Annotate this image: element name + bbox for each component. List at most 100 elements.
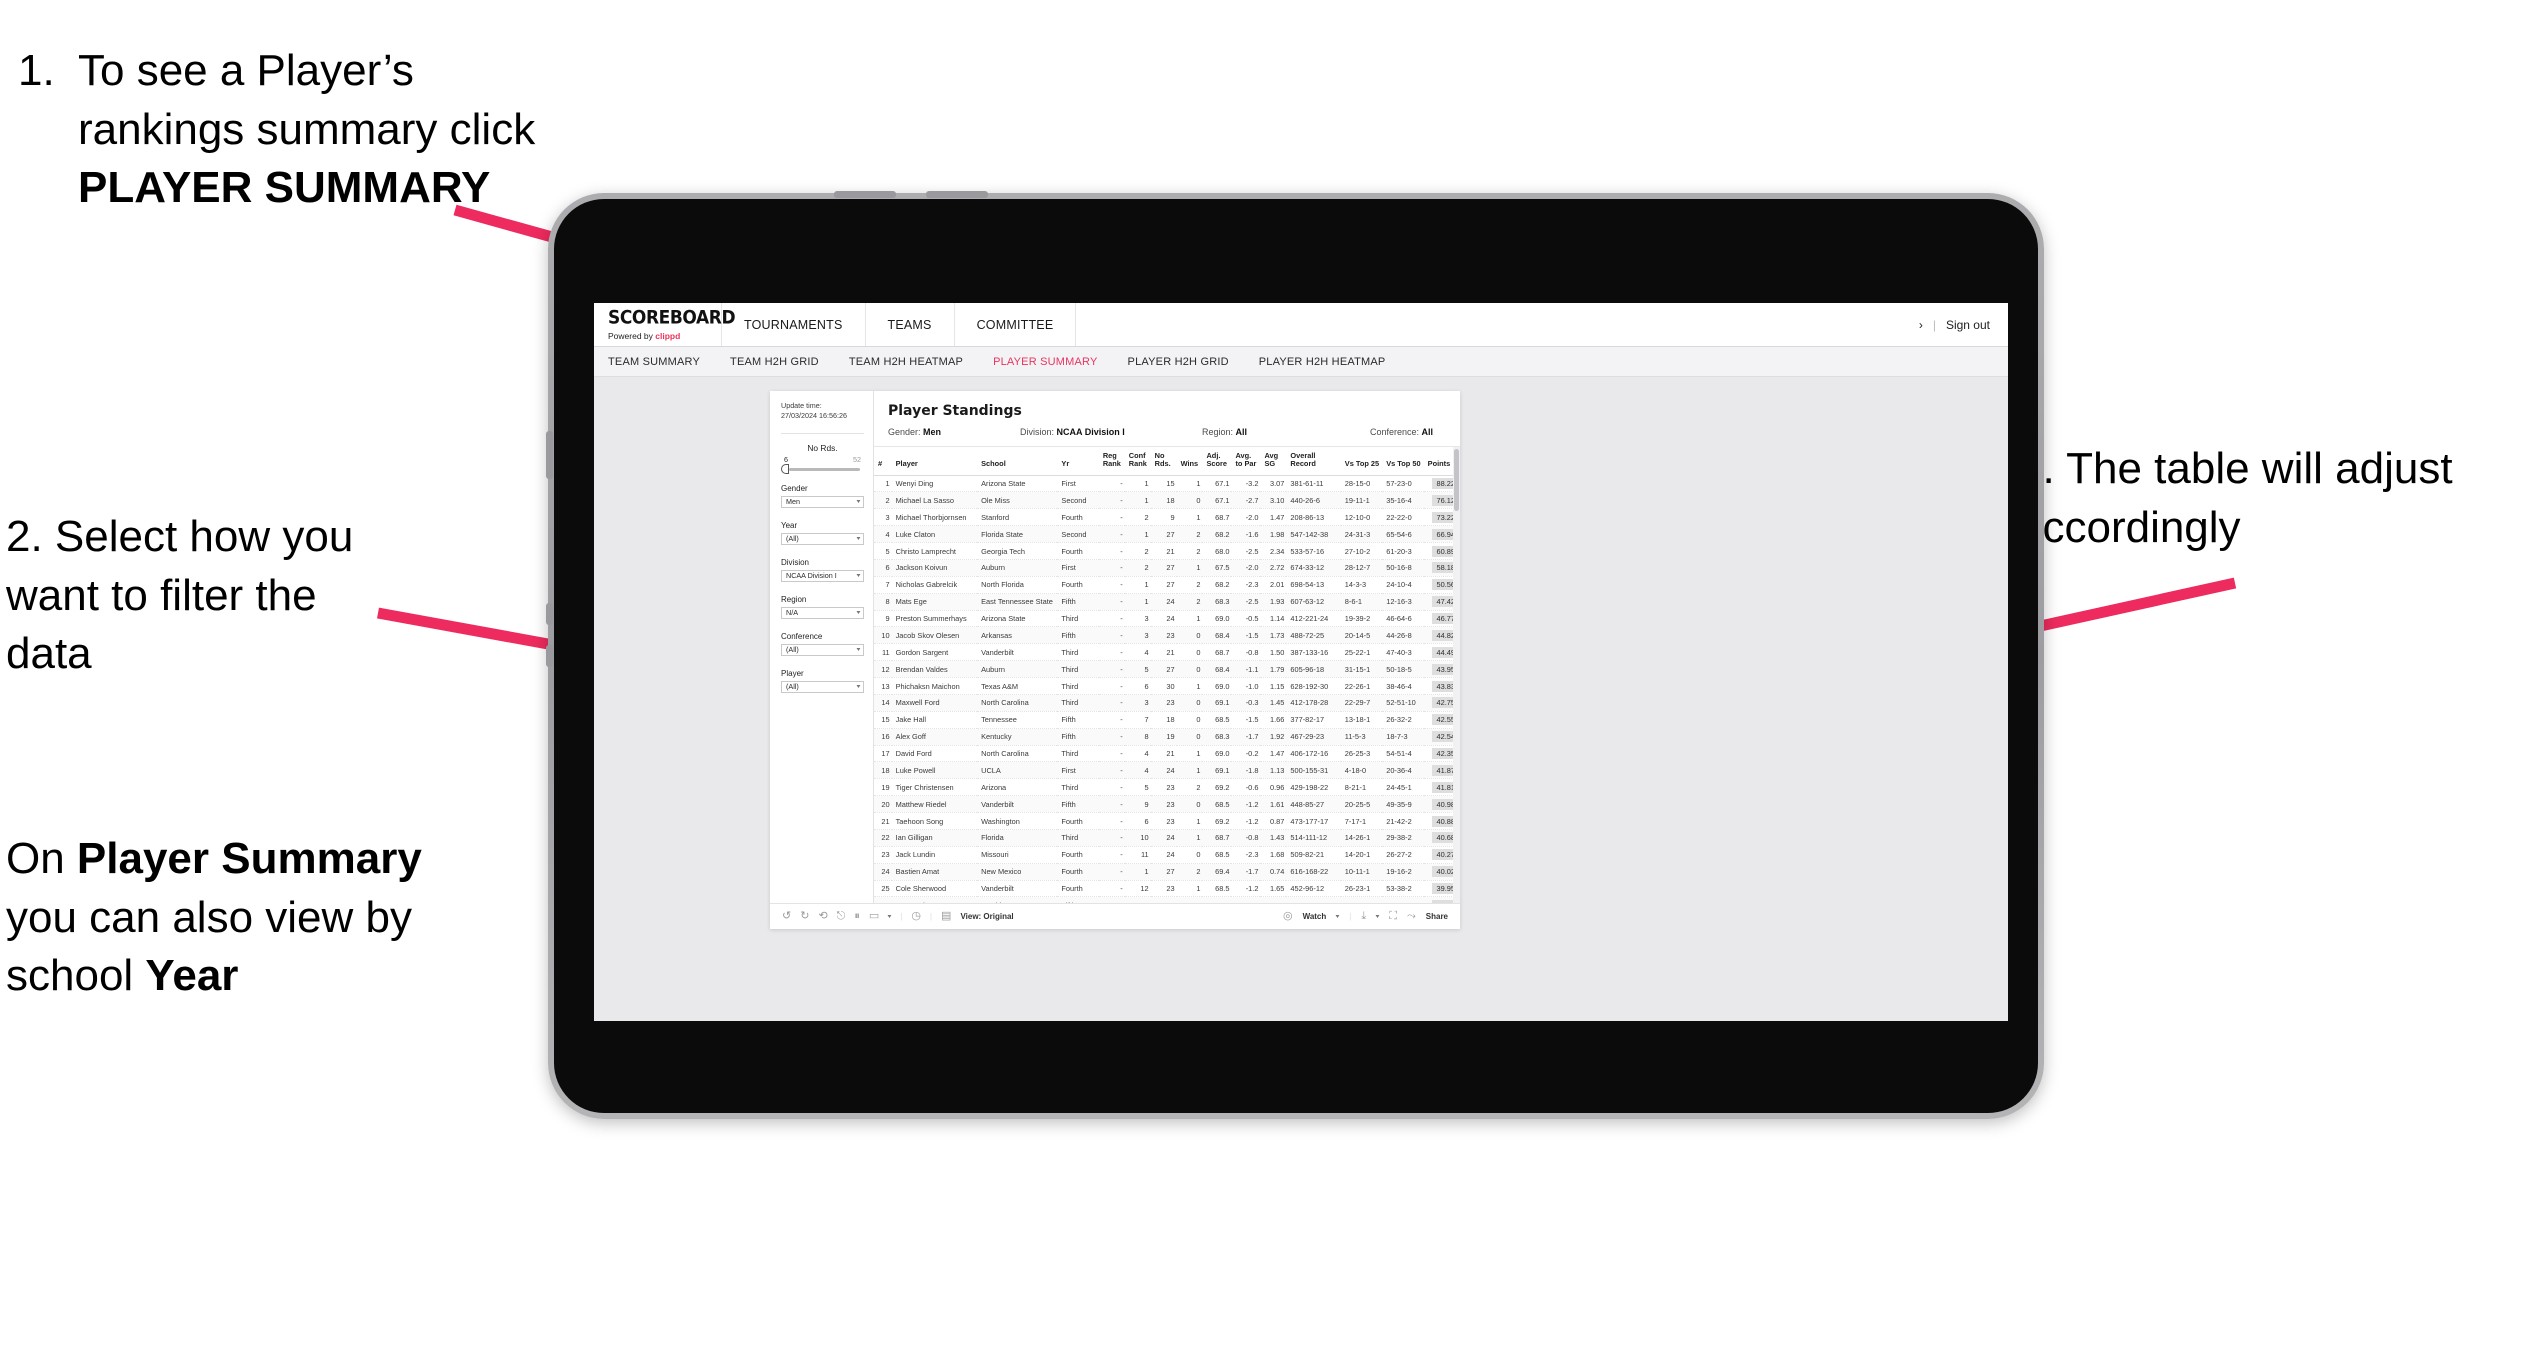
table-cell-record: 533-57-16 — [1286, 542, 1341, 560]
filter-region-label: Region — [781, 594, 807, 604]
table-cell-adj: 67.1 — [1202, 475, 1232, 493]
table-row[interactable]: 2 Michael La Sasso Ole Miss Second -1 18 0 67.1… — [874, 491, 1460, 510]
filter-player-select[interactable]: (All) ▾ — [781, 680, 864, 693]
sign-out-button[interactable]: Sign out — [1946, 318, 1990, 332]
table-cell-t25: 11-5-3 — [1340, 728, 1383, 746]
no-rounds-slider[interactable] — [781, 464, 860, 475]
table-header-cell[interactable]: School — [977, 447, 1058, 476]
table-header-cell[interactable]: Conf Rank — [1124, 447, 1151, 476]
table-row[interactable]: 19 Tiger Christensen Arizona Third -5 23 2 69.2… — [874, 778, 1460, 797]
table-cell-school: Arizona — [977, 778, 1058, 797]
table-row[interactable]: 26Petr HrubyWashingtonFifth-723068.6-1.8… — [874, 896, 1460, 903]
table-cell-conf: 2 — [1124, 542, 1151, 560]
table-header-cell[interactable]: Adj. Score — [1202, 447, 1232, 476]
table-row[interactable]: 17 David Ford North Carolina Third -4 21 1 69.0… — [874, 745, 1460, 763]
table-row[interactable]: 23 Jack Lundin Missouri Fourth -11 24 0 68.5 -2.… — [874, 846, 1460, 864]
app-logo[interactable]: SCOREBOARD Powered by clippd — [594, 303, 736, 346]
share-icon[interactable]: ⤳ — [1407, 911, 1416, 922]
filter-region-select[interactable]: N/A ▾ — [781, 606, 864, 619]
table-cell-nords: 27 — [1150, 576, 1177, 594]
table-vertical-scrollbar[interactable] — [1453, 447, 1460, 903]
filter-year-select[interactable]: (All) ▾ — [781, 532, 864, 545]
no-rounds-slider-handle[interactable] — [781, 464, 789, 475]
refresh-icon[interactable]: ⎋ — [837, 911, 846, 922]
table-row[interactable]: 3 Michael Thorbjornsen Stanford Fourth -2 9 1 6… — [874, 508, 1460, 527]
table-scrollbar-thumb[interactable] — [1454, 449, 1459, 511]
table-row[interactable]: 9 Preston Summerhays Arizona State Third -3 2… — [874, 610, 1460, 628]
watch-button[interactable]: Watch — [1303, 912, 1327, 921]
table-row[interactable]: 24 Bastien Amat New Mexico Fourth -1 27 2 69.4-… — [874, 863, 1460, 881]
table-row[interactable]: 18 Luke Powell UCLA First -4 24 1 69.1 -1.8 1.13 5… — [874, 761, 1460, 780]
table-cell-t25: 7-17-1 — [1340, 812, 1383, 830]
table-cell-yr: Fourth — [1057, 542, 1099, 560]
filter-gender-select[interactable]: Men ▾ — [781, 495, 864, 508]
table-row[interactable]: 6 Jackson Koivun Auburn First -2 27 1 67.5 -2.0 2… — [874, 559, 1460, 577]
table-header-cell[interactable]: No Rds. — [1150, 447, 1177, 476]
table-row[interactable]: 7 Nicholas Gabrelcik North Florida Fourth -1… — [874, 576, 1460, 594]
undo-icon[interactable]: ↺ — [782, 911, 791, 922]
table-cell-wins: 1 — [1176, 508, 1203, 527]
nav-item-committee[interactable]: COMMITTEE — [955, 303, 1077, 346]
chevron-down-icon: ▾ — [856, 573, 861, 580]
table-row[interactable]: 16 Alex Goff Kentucky Fifth -8 19 0 68.3 -1.7 1.9… — [874, 728, 1460, 746]
table-header-cell[interactable]: Avg. to Par — [1231, 447, 1261, 476]
table-row[interactable]: 21 Taehoon Song Washington Fourth -6 23 1 69.2-… — [874, 812, 1460, 830]
table-cell-reg: - — [1098, 829, 1125, 847]
account-chevron-icon[interactable]: › — [1919, 318, 1923, 332]
table-row[interactable]: 10 Jacob Skov Olesen Arkansas Fifth -3 23 0 68.… — [874, 626, 1460, 645]
table-header-cell[interactable]: Vs Top 50 — [1382, 447, 1424, 476]
table-header-cell[interactable]: Reg Rank — [1098, 447, 1125, 476]
table-row[interactable]: 8 Mats Ege East Tennessee State Fifth -1 24 2 6… — [874, 593, 1460, 611]
table-row[interactable]: 5 Christo Lamprecht Georgia Tech Fourth -2 21… — [874, 542, 1460, 560]
table-row[interactable]: 1 Wenyi Ding Arizona State First -1 15 1 67.1 -3… — [874, 475, 1460, 493]
table-header-cell[interactable]: Player — [891, 447, 978, 476]
tab-player-h2h-grid[interactable]: PLAYER H2H GRID — [1128, 356, 1249, 368]
filter-division-select[interactable]: NCAA Division I ▾ — [781, 569, 864, 582]
filter-conference-select[interactable]: (All) ▾ — [781, 643, 864, 656]
chevron-down-icon[interactable]: ▾ — [1336, 913, 1340, 920]
table-row[interactable]: 4 Luke Claton Florida State Second -1 27 2 68.2… — [874, 525, 1460, 544]
table-cell-sg: 1.92 — [1260, 728, 1287, 746]
table-row[interactable]: 25 Cole Sherwood Vanderbilt Fourth -12 23 1 68.… — [874, 880, 1460, 898]
pause-auto-update-icon[interactable]: ⏸ — [854, 911, 860, 922]
table-header-cell[interactable]: Overall Record — [1286, 447, 1341, 476]
table-row[interactable]: 20 Matthew Riedel Vanderbilt Fifth -9 23 0 68.5… — [874, 795, 1460, 814]
tab-team-h2h-grid[interactable]: TEAM H2H GRID — [730, 356, 839, 368]
annotation-step-1-number: 1. — [18, 46, 55, 95]
table-header-cell[interactable]: Wins — [1176, 447, 1203, 476]
table-row[interactable]: 15 Jake Hall Tennessee Fifth -7 18 0 68.5 -1.5 1.… — [874, 711, 1460, 729]
chevron-down-icon[interactable]: ▾ — [888, 913, 892, 920]
nav-item-teams[interactable]: TEAMS — [866, 303, 955, 346]
device-layout-icon[interactable]: ▭ — [869, 911, 879, 922]
table-cell-school: Florida — [977, 829, 1058, 847]
nav-item-tournaments[interactable]: TOURNAMENTS — [722, 303, 866, 346]
table-cell-atp: -0.8 — [1231, 829, 1261, 847]
tab-team-summary[interactable]: TEAM SUMMARY — [608, 356, 720, 368]
tab-player-h2h-heatmap[interactable]: PLAYER H2H HEATMAP — [1259, 356, 1406, 368]
tab-team-h2h-heatmap[interactable]: TEAM H2H HEATMAP — [849, 356, 983, 368]
fullscreen-icon[interactable]: ⛶ — [1389, 911, 1397, 922]
history-icon[interactable]: ◷ — [911, 911, 921, 922]
redo-icon[interactable]: ↻ — [800, 911, 809, 922]
table-cell-school: North Carolina — [977, 745, 1058, 763]
download-icon[interactable]: ⤓ — [1361, 911, 1366, 922]
table-cell-adj: 69.1 — [1202, 761, 1232, 780]
table-header-cell[interactable]: Avg SG — [1260, 447, 1287, 476]
share-button[interactable]: Share — [1426, 912, 1448, 921]
table-header-cell[interactable]: # — [874, 447, 892, 476]
table-header-cell[interactable]: Yr — [1057, 447, 1099, 476]
watch-icon[interactable]: ◎ — [1283, 911, 1293, 922]
view-icon[interactable]: ▤ — [941, 911, 951, 922]
table-row[interactable]: 13 Phichaksn Maichon Texas A&M Third -6 30 1 69… — [874, 677, 1460, 695]
table-row[interactable]: 22 Ian Gilligan Florida Third -10 24 1 68.7 -0.8… — [874, 829, 1460, 847]
table-header-cell[interactable]: Vs Top 25 — [1340, 447, 1383, 476]
chevron-down-icon[interactable]: ▾ — [1376, 913, 1380, 920]
table-row[interactable]: 14 Maxwell Ford North Carolina Third -3 23 0 69… — [874, 694, 1460, 712]
table-cell-rank: 26 — [874, 896, 892, 903]
revert-icon[interactable]: ⟲ — [818, 911, 827, 922]
view-original-label[interactable]: View: Original — [960, 912, 1013, 921]
tab-player-summary[interactable]: PLAYER SUMMARY — [993, 356, 1117, 368]
table-row[interactable]: 11 Gordon Sargent Vanderbilt Third -4 21 0 68.7… — [874, 643, 1460, 662]
table-row[interactable]: 12 Brendan Valdes Auburn Third -5 27 0 68.4 -1.1… — [874, 660, 1460, 679]
table-cell-wins: 0 — [1176, 728, 1203, 746]
